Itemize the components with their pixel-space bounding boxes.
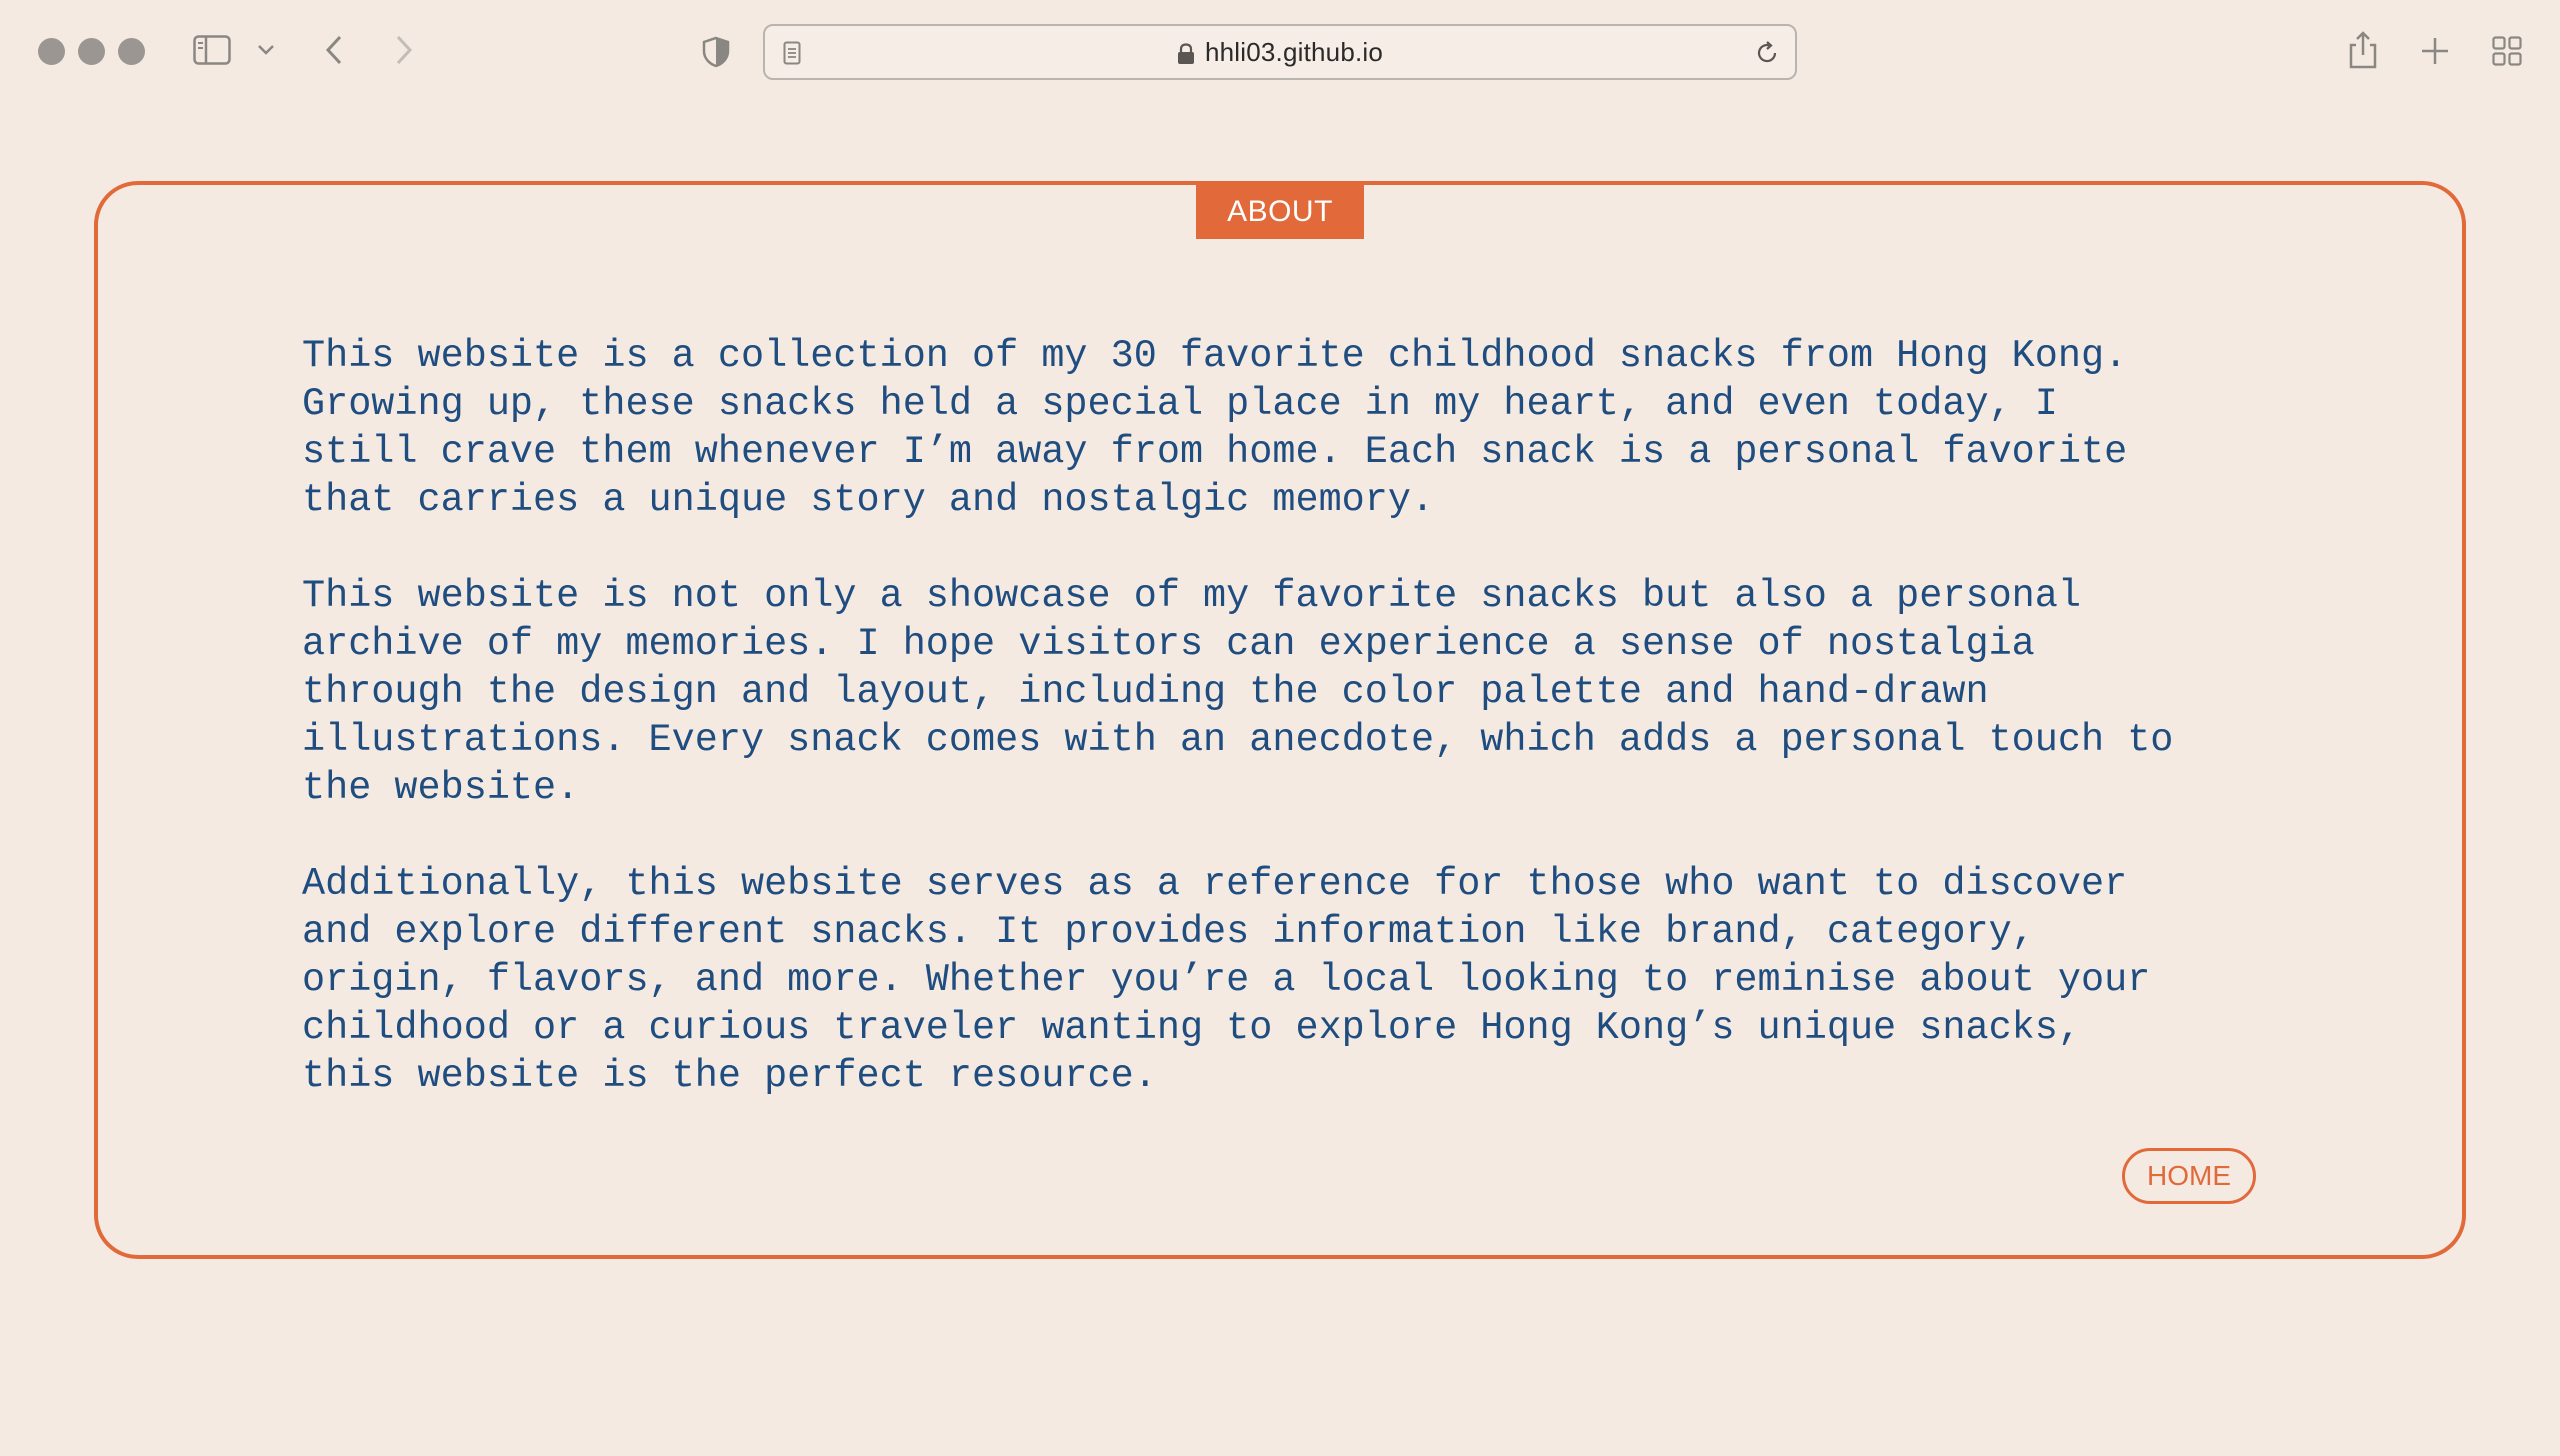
forward-arrow-icon[interactable] — [390, 32, 418, 68]
zoom-window-dot[interactable] — [118, 38, 145, 65]
about-paragraph-1: This website is a collection of my 30 fa… — [302, 334, 2128, 522]
about-content: This website is a collection of my 30 fa… — [302, 332, 2262, 1148]
browser-toolbar: hhli03.github.io — [0, 0, 2560, 104]
sidebar-toggle-icon[interactable] — [192, 34, 232, 66]
address-bar[interactable]: hhli03.github.io — [763, 24, 1797, 80]
url-display[interactable]: hhli03.github.io — [765, 26, 1795, 78]
tab-overview-icon[interactable] — [2490, 34, 2524, 68]
close-window-dot[interactable] — [38, 38, 65, 65]
privacy-shield-icon[interactable] — [700, 34, 732, 70]
about-paragraph-2: This website is not only a showcase of m… — [302, 574, 2174, 810]
lock-icon — [1177, 41, 1195, 64]
about-paragraph-3: Additionally, this website serves as a r… — [302, 862, 2151, 1098]
back-arrow-icon[interactable] — [320, 32, 348, 68]
share-icon[interactable] — [2346, 30, 2380, 70]
chevron-down-icon[interactable] — [254, 40, 278, 60]
new-tab-plus-icon[interactable] — [2418, 34, 2452, 68]
home-button[interactable]: HOME — [2122, 1148, 2256, 1204]
reload-icon[interactable] — [1753, 39, 1781, 67]
section-tag: ABOUT — [1196, 185, 1364, 239]
minimize-window-dot[interactable] — [78, 38, 105, 65]
url-text: hhli03.github.io — [1204, 36, 1384, 67]
